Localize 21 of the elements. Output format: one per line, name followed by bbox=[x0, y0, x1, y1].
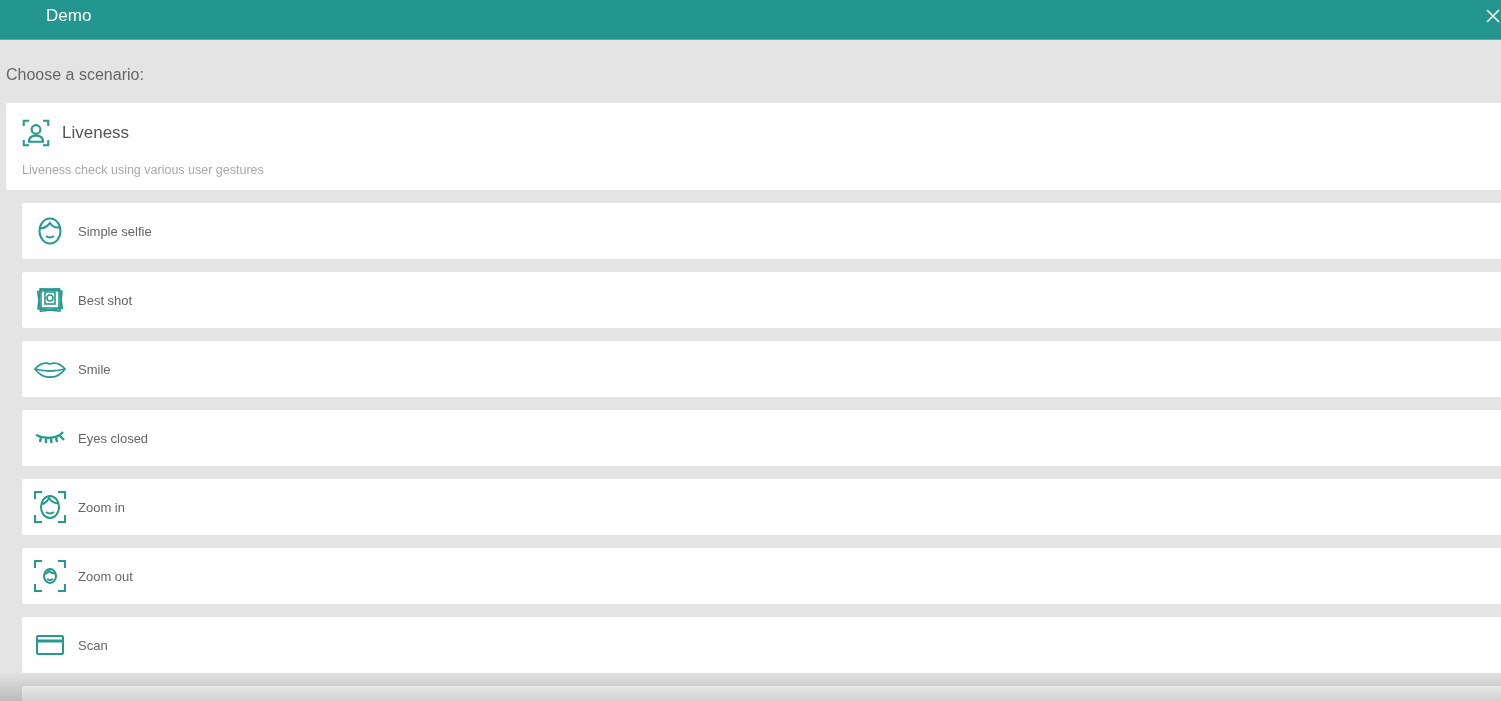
scenario-option[interactable]: Eyes closed bbox=[22, 410, 1501, 466]
card-icon bbox=[36, 635, 64, 655]
photo-stack-icon bbox=[34, 286, 66, 314]
scenario-option[interactable]: Zoom out bbox=[22, 548, 1501, 604]
scenario-title: Liveness bbox=[62, 123, 130, 143]
closed-eye-icon bbox=[35, 431, 65, 445]
scenario-description: Liveness check using various user gestures bbox=[22, 162, 265, 178]
prompt-text: Choose a scenario: bbox=[6, 65, 145, 85]
scenario-option[interactable]: Smile bbox=[22, 341, 1501, 397]
face-scan-icon bbox=[34, 491, 66, 523]
close-button[interactable] bbox=[1486, 9, 1500, 23]
scenario-option[interactable]: Simple selfie bbox=[22, 203, 1501, 259]
face-icon bbox=[38, 217, 62, 245]
person-scan-icon bbox=[22, 119, 50, 147]
close-icon bbox=[1486, 9, 1500, 23]
scenario-option[interactable]: Zoom in bbox=[22, 479, 1501, 535]
face-scan-icon bbox=[34, 560, 66, 592]
scenario-option[interactable]: Best shot bbox=[22, 272, 1501, 328]
scenario-option[interactable]: Scan bbox=[22, 617, 1501, 673]
lips-icon bbox=[34, 359, 66, 379]
window-title: Demo bbox=[46, 6, 92, 26]
